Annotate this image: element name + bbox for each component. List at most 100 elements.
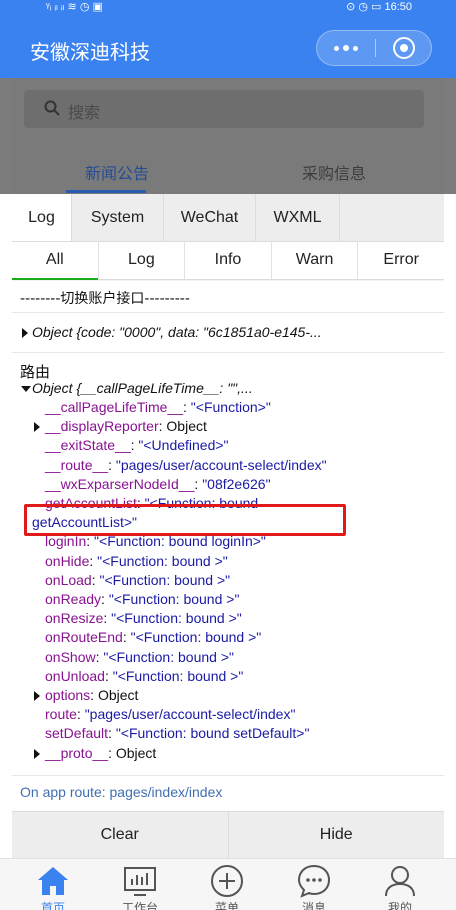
expand-arrow-icon[interactable] (34, 691, 40, 701)
capsule-divider (375, 39, 376, 57)
log-entry: On app route: pages/index/index (12, 776, 444, 810)
mini-program-capsule (316, 30, 432, 66)
log-list: --------切换账户接口--------- Object {code: "0… (12, 281, 444, 811)
home-icon (38, 867, 68, 895)
property-separator: : (89, 552, 98, 569)
property-separator: : (108, 725, 116, 742)
page-background: 搜索 新闻公告 采购信息 (0, 78, 456, 194)
tab-wxml[interactable]: WXML (256, 194, 340, 241)
expand-arrow-icon[interactable] (34, 422, 40, 433)
object-property[interactable]: __proto__: Object (34, 744, 157, 761)
property-value: "<Function: bound setDefault>" (115, 725, 310, 742)
property-key: __callPageLifeTime__ (45, 399, 184, 415)
status-left: ᵞᵢ ᵢₗ ᵢₗ ≋ ◷ ▣ (46, 1, 103, 13)
tabbar-label: 消息 (301, 901, 326, 910)
property-separator: : (103, 610, 112, 627)
tabbar-item-messages[interactable]: 消息 (279, 859, 349, 910)
filter-warn[interactable]: Warn (272, 242, 359, 279)
tabbar-label: 工作台 (121, 901, 158, 910)
log-text: --------切换账户接口--------- (20, 291, 190, 307)
bottom-tab-bar: 首页 工作台 菜单 消息 我的 (0, 858, 456, 910)
property-key: onHide (45, 552, 90, 569)
property-separator: : (101, 591, 109, 607)
tabbar-label: 我的 (387, 901, 412, 910)
property-value: Object (115, 744, 157, 761)
filter-log[interactable]: Log (99, 242, 186, 279)
property-separator: : (108, 456, 116, 473)
property-key: __exitState__ (45, 437, 131, 454)
property-value: "<Function>" (190, 399, 271, 415)
property-key: onRouteEnd (45, 629, 123, 646)
tabbar-item-menu[interactable]: 菜单 (192, 859, 262, 910)
object-property: __route__: "pages/user/account-select/in… (45, 457, 327, 473)
property-separator: : (90, 687, 98, 703)
log-filter-tabs: All Log Info Warn Error (12, 242, 444, 280)
message-icon (297, 864, 331, 898)
object-property: onRouteEnd: "<Function: bound >" (45, 629, 261, 645)
property-value: "<Function: bound >" (97, 552, 228, 569)
property-key: setDefault (45, 725, 109, 742)
tab-procurement[interactable]: 采购信息 (302, 160, 366, 184)
property-value: "<Function: bound >" (103, 648, 234, 665)
console-actions: Clear Hide (12, 811, 444, 858)
object-property[interactable]: options: Object (34, 687, 138, 703)
search-placeholder: 搜索 (68, 103, 101, 122)
filter-error[interactable]: Error (358, 242, 444, 279)
property-separator: : (76, 706, 85, 723)
object-property: onReady: "<Function: bound >" (45, 591, 239, 607)
object-property: onResize: "<Function: bound >" (45, 610, 242, 626)
property-key: onShow (45, 648, 96, 665)
collapse-arrow-icon[interactable] (21, 386, 31, 392)
status-right: ⊙ ◷ ▭ 16:50 (346, 1, 412, 13)
property-key: onResize (45, 610, 104, 627)
tab-indicator (66, 190, 146, 193)
close-program-icon[interactable] (393, 37, 415, 59)
object-property: onLoad: "<Function: bound >" (45, 572, 230, 588)
object-property[interactable]: __displayReporter: Object (34, 418, 207, 435)
log-entry[interactable]: Object {code: "0000", data: "6c1851a0-e1… (12, 313, 444, 353)
user-icon (385, 866, 415, 897)
property-value: "<Function: bound >" (108, 591, 240, 607)
log-object-head[interactable]: Object {__callPageLifeTime__: "",... (32, 380, 253, 396)
tab-news[interactable]: 新闻公告 (85, 160, 149, 184)
property-key: __route__ (45, 456, 109, 473)
tabbar-item-workbench[interactable]: 工作台 (105, 859, 175, 910)
property-separator: : (122, 629, 131, 646)
filter-all[interactable]: All (12, 242, 99, 280)
property-separator: : (183, 399, 191, 415)
workbench-icon (124, 867, 156, 896)
status-bar: ᵞᵢ ᵢₗ ᵢₗ ≋ ◷ ▣ ⊙ ◷ ▭ 16:50 (0, 0, 456, 14)
object-property: setDefault: "<Function: bound setDefault… (45, 725, 309, 741)
clear-button[interactable]: Clear (12, 812, 229, 858)
tabbar-item-home[interactable]: 首页 (18, 859, 88, 910)
object-property: onHide: "<Function: bound >" (45, 553, 228, 569)
property-key: __wxExparserNodeId__ (45, 475, 195, 492)
property-key: route (45, 706, 77, 723)
property-key: onLoad (45, 571, 92, 588)
hide-button[interactable]: Hide (229, 812, 445, 858)
property-value: "<Function: bound >" (112, 667, 244, 684)
more-icon[interactable] (317, 31, 375, 65)
property-separator: : (104, 667, 113, 684)
search-bar[interactable]: 搜索 (24, 90, 424, 128)
property-value: Object (166, 418, 207, 435)
filter-info[interactable]: Info (185, 242, 272, 279)
property-separator: : (91, 571, 100, 588)
tab-system[interactable]: System (72, 194, 164, 241)
app-title: 安徽深迪科技 (30, 40, 150, 64)
tab-log[interactable]: Log (12, 194, 72, 241)
property-value: "pages/user/account-select/index" (115, 456, 327, 473)
property-value: "pages/user/account-select/index" (84, 706, 296, 723)
expand-arrow-icon[interactable] (22, 328, 28, 338)
highlight-annotation (24, 504, 346, 536)
log-entry: --------切换账户接口--------- (12, 281, 444, 313)
log-route-text: On app route: pages/index/index (20, 784, 223, 800)
expand-arrow-icon[interactable] (34, 748, 40, 759)
property-value: "<Function: bound >" (111, 610, 242, 627)
property-value: "<Function: bound >" (130, 629, 262, 646)
property-key: onUnload (45, 667, 105, 684)
object-property: __callPageLifeTime__: "<Function>" (45, 399, 271, 415)
app-header: 安徽深迪科技 (0, 14, 456, 78)
tab-wechat[interactable]: WeChat (164, 194, 256, 241)
tabbar-item-profile[interactable]: 我的 (365, 859, 435, 910)
